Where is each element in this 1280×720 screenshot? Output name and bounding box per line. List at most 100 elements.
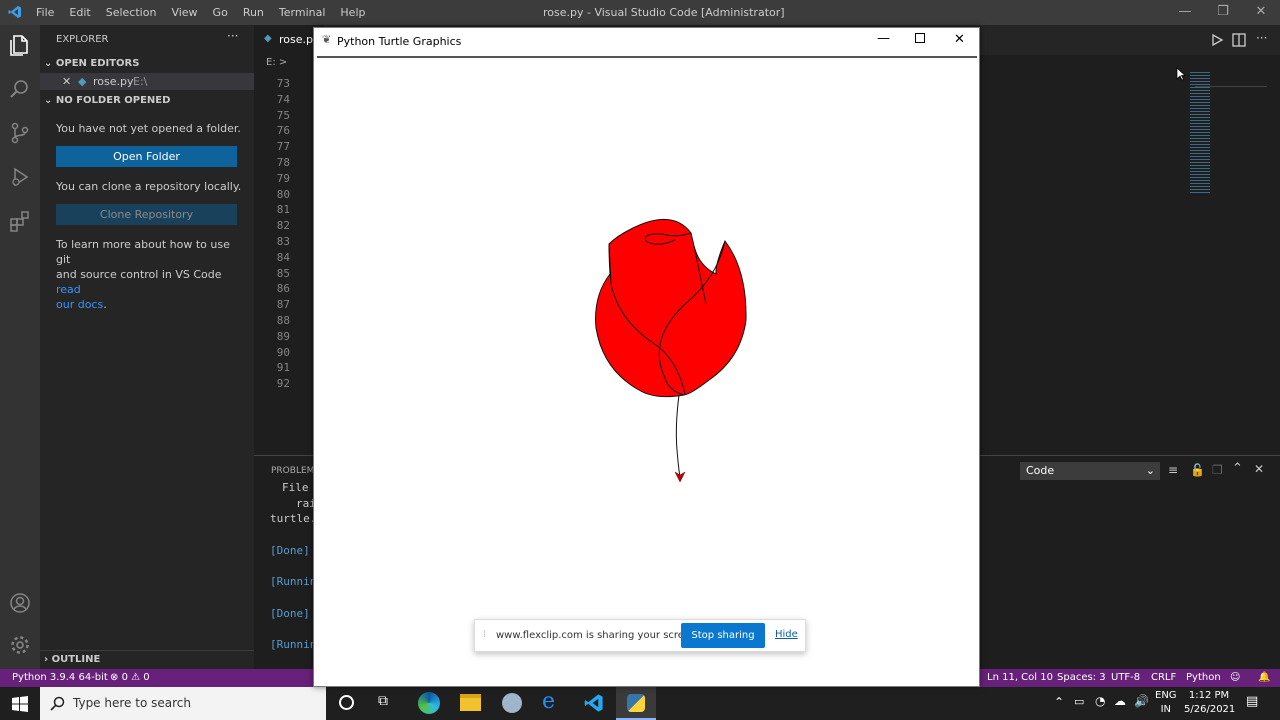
minimap[interactable] <box>1190 70 1210 195</box>
hide-link[interactable]: Hide <box>775 629 798 640</box>
clone-repository-button[interactable]: Clone Repository <box>56 204 237 225</box>
source-control-icon[interactable] <box>8 121 32 145</box>
output-line: [Runnin <box>270 638 317 652</box>
vscode-taskbar-icon[interactable] <box>584 693 604 713</box>
output-channel-value: Code <box>1026 464 1055 477</box>
more-actions-icon[interactable]: ··· <box>227 29 238 43</box>
encoding[interactable]: UTF-8 <box>1111 672 1140 683</box>
python-taskbar-button[interactable] <box>616 687 656 720</box>
menu-file[interactable]: File <box>36 6 54 19</box>
open-editors-header[interactable]: ⌄ OPEN EDITORS <box>44 58 139 69</box>
chevron-down-icon: ⌄ <box>44 58 56 69</box>
line-number: 88 <box>276 313 290 327</box>
language-indicator[interactable]: ENG IN <box>1155 689 1177 717</box>
breadcrumb[interactable]: E: > <box>266 57 287 68</box>
split-editor-icon[interactable] <box>1232 33 1246 47</box>
menu-go[interactable]: Go <box>213 6 228 19</box>
account-icon[interactable] <box>8 591 32 615</box>
turtle-cursor-icon <box>674 471 686 483</box>
open-editor-item[interactable]: ✕ ◆ rose.py E:\ <box>40 73 254 90</box>
volume-icon[interactable]: 🔊 <box>1134 694 1149 708</box>
maximize-icon[interactable]: ❐ <box>1214 3 1232 21</box>
action-center-icon[interactable]: ▤ <box>1246 694 1258 709</box>
run-debug-icon[interactable] <box>8 165 32 189</box>
tab-problems[interactable]: PROBLEM <box>271 466 314 476</box>
taskbar-search[interactable]: Type here to search <box>40 687 326 720</box>
open-editor-path: E:\ <box>133 75 148 88</box>
explorer-title: EXPLORER <box>56 34 109 45</box>
output-channel-select[interactable]: Code ⌄ <box>1020 462 1160 480</box>
cortana-icon[interactable] <box>339 695 354 710</box>
learn-line-2: and source control in VS Code <box>56 268 222 281</box>
maximize-icon[interactable] <box>915 33 925 43</box>
line-ending[interactable]: CRLF <box>1151 672 1176 683</box>
read-docs-link[interactable]: read <box>56 283 81 296</box>
python-interpreter[interactable]: Python 3.9.4 64-bit <box>12 672 108 683</box>
turtle-canvas[interactable] <box>317 56 977 686</box>
close-icon[interactable]: ✕ <box>1252 3 1270 21</box>
close-icon[interactable]: ✕ <box>954 32 965 47</box>
windows-start-icon[interactable] <box>12 696 28 712</box>
open-folder-button[interactable]: Open Folder <box>56 146 237 167</box>
drag-handle-icon[interactable]: ⁞ <box>483 629 486 640</box>
internet-explorer-icon[interactable]: e <box>542 689 555 714</box>
clock-time: 1:12 PM <box>1188 690 1230 701</box>
clear-output-icon[interactable]: ≡ <box>1168 463 1178 477</box>
minimap-divider <box>1195 86 1267 87</box>
more-actions-icon[interactable]: ··· <box>1256 31 1267 45</box>
open-log-icon[interactable]: ❐ <box>1212 463 1223 477</box>
indentation[interactable]: Spaces: 3 <box>1057 672 1106 683</box>
vscode-logo-icon <box>8 6 21 18</box>
line-number: 81 <box>276 203 290 217</box>
minimize-icon[interactable]: — <box>1176 3 1194 21</box>
vscode-titlebar: File Edit Selection View Go Run Terminal Help r… <box>0 0 1280 25</box>
menu-view[interactable]: View <box>171 6 197 19</box>
python-icon <box>627 694 645 712</box>
notifications-icon[interactable]: 🔔 <box>1258 672 1270 683</box>
maximize-panel-icon[interactable]: ⌃ <box>1232 461 1243 476</box>
clock[interactable]: 1:12 PM 5/26/2021 <box>1184 689 1235 717</box>
explorer-icon[interactable] <box>8 33 32 57</box>
run-file-icon[interactable] <box>1210 33 1224 47</box>
menu-selection[interactable]: Selection <box>106 6 157 19</box>
search-placeholder: Type here to search <box>73 696 191 710</box>
wifi-icon[interactable]: ◔ <box>1095 694 1105 708</box>
minimize-icon[interactable]: — <box>877 31 890 46</box>
file-explorer-icon[interactable] <box>460 694 481 711</box>
task-view-icon[interactable]: ⧉ <box>378 693 388 709</box>
no-folder-header[interactable]: ⌄ NO FOLDER OPENED <box>44 95 170 106</box>
edge-browser-icon[interactable] <box>418 692 440 714</box>
device-icon[interactable]: ▭ <box>1074 695 1084 708</box>
snip-tool-icon[interactable] <box>502 693 522 713</box>
cursor-position[interactable]: Ln 11, Col 10 <box>987 672 1053 683</box>
stop-sharing-button[interactable]: Stop sharing <box>681 623 765 648</box>
menu-terminal[interactable]: Terminal <box>279 6 326 19</box>
line-number: 83 <box>276 234 290 248</box>
menu-edit[interactable]: Edit <box>69 6 90 19</box>
gear-icon[interactable] <box>8 633 32 657</box>
menu-run[interactable]: Run <box>243 6 264 19</box>
python-file-icon: ◆ <box>264 33 272 44</box>
lock-icon[interactable]: 🔓 <box>1190 463 1205 477</box>
close-editor-icon[interactable]: ✕ <box>62 75 71 88</box>
chevron-down-icon: ⌄ <box>44 95 56 106</box>
problems-status[interactable]: ⊗ 0 ⚠ 0 <box>110 672 150 683</box>
rose-flower <box>595 218 747 398</box>
line-number: 74 <box>276 92 290 106</box>
extensions-icon[interactable] <box>8 209 32 233</box>
onedrive-icon[interactable]: ☁ <box>1114 694 1126 708</box>
search-icon[interactable] <box>8 77 32 101</box>
python-file-icon: ◆ <box>78 75 87 88</box>
explorer-sidebar: EXPLORER ··· ⌄ OPEN EDITORS ✕ ◆ rose.py … <box>40 25 254 669</box>
menu-help[interactable]: Help <box>340 6 365 19</box>
language-mode[interactable]: Python <box>1186 672 1221 683</box>
feedback-icon[interactable]: ☺ <box>1230 672 1240 683</box>
line-number: 86 <box>276 282 290 296</box>
show-hidden-icons[interactable]: ⌃ <box>1054 695 1064 709</box>
close-panel-icon[interactable]: ✕ <box>1254 462 1264 476</box>
outline-header[interactable]: › OUTLINE <box>44 654 100 665</box>
our-docs-link[interactable]: our docs <box>56 298 103 311</box>
